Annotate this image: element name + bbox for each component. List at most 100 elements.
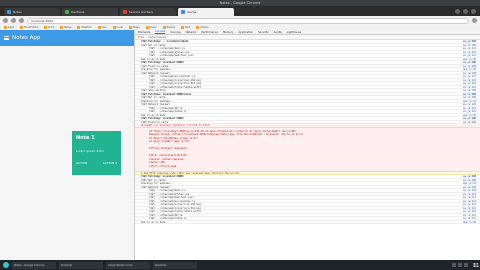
devtools-tab[interactable]: Audits [274,31,282,34]
app-title: Notes App [12,35,41,41]
devtools-tab[interactable]: Network [186,31,197,34]
minimize-icon[interactable] [455,8,460,14]
folder-icon [44,26,48,29]
bookmark-label: Docs [48,26,55,29]
folder-icon [128,26,132,29]
bookmark-label: Code [116,26,123,29]
devtools-tab[interactable]: Sources [170,31,180,34]
note-title: Note 1 [76,135,95,141]
devtools-panel: Elements Console Sources Network Performance… [134,30,480,260]
console-output[interactable]: [SW] Fetching: ...localhost/about sw.js:1… [135,40,480,260]
reload-icon[interactable] [19,18,24,23]
address-text: localhost:3000 [31,18,54,23]
bookmark-label: Maps [132,26,140,29]
bookmark-label: Bookmarks [24,26,39,29]
folder-icon [145,26,149,29]
app-header: Notes App [0,30,134,46]
tab-label: Service workers [129,10,153,14]
folder-icon [20,26,24,29]
bookmark-label: Dev [101,26,107,29]
tab-label: Notes [13,10,22,14]
bookmark-label: News [64,26,72,29]
devtools-tab[interactable]: Performance [202,31,218,34]
back-icon[interactable] [3,18,8,23]
bookmark-label: Apps [8,26,15,29]
tab-favicon-icon [65,10,69,14]
taskbar-item[interactable]: Visual Studio Code [106,261,150,269]
window-title: Notes - Google Chrome [219,1,261,5]
bookmark-item[interactable]: Photos [162,26,176,29]
taskbar-item[interactable]: Terminal [59,261,103,269]
clock: 11:22 [473,263,480,269]
bookmark-item[interactable]: Weather [77,26,92,29]
note-actions: ACTION ACTION 2 [76,161,117,165]
tab-label: DevTools [71,10,85,14]
devtools-tab[interactable]: Console [155,30,166,34]
tab-favicon-icon [181,10,185,14]
bookmark-item[interactable]: Music [145,26,157,29]
taskbar-item[interactable]: DevTools [153,261,197,269]
devtools-tab[interactable]: Elements [138,31,150,34]
note-action2-button[interactable]: ACTION 2 [103,161,117,165]
taskbar-item[interactable]: Notes - Google Chrome [12,261,56,269]
address-toolbar: localhost:3000 [0,16,480,25]
bookmark-item[interactable]: News [60,26,71,29]
error-stack: at https://localhost:3000/sw.js:141:18 a… [135,127,480,172]
bookmark-label: Photos [166,26,176,29]
browser-tab[interactable]: Cache [178,8,234,16]
network-icon[interactable] [452,263,456,267]
devtools-tab[interactable]: Security [258,31,269,34]
folder-icon [112,26,116,29]
taskbar: Notes - Google Chrome Terminal Visual Stud… [0,260,480,270]
browser-tab-strip: Notes DevTools Service workers Cache [0,6,480,16]
start-menu-icon[interactable] [3,262,9,268]
bookmark-label: Videos [200,26,209,29]
note-action-button[interactable]: ACTION [76,161,87,165]
maximize-icon[interactable] [463,8,468,14]
tab-favicon-icon [123,10,127,14]
browser-tab[interactable]: Service workers [120,8,176,16]
folder-icon [196,26,200,29]
folder-icon [4,26,7,29]
system-tray: 11:22 [452,263,480,269]
bookmark-item[interactable]: Videos [196,26,209,29]
tab-label: Cache [187,10,197,14]
close-icon[interactable] [471,8,476,14]
note-card[interactable]: Note 1 Lorem ipsum dolor ACTION ACTION 2 [72,131,121,175]
browser-tab[interactable]: DevTools [62,8,118,16]
forward-icon[interactable] [11,18,16,23]
console-message: App is up to date [141,220,166,224]
console-error: Uncaught (in promise) TypeError: Failed … [135,124,480,128]
hamburger-menu-icon[interactable] [4,36,9,40]
devtools-tab[interactable]: Memory [223,31,234,34]
note-body: Lorem ipsum dolor [76,149,105,153]
bookmark-label: Mail [185,26,191,29]
log-level-select[interactable]: Default levels [148,36,166,39]
volume-icon[interactable] [458,263,462,267]
folder-icon [77,26,81,29]
folder-icon [181,26,185,29]
bookmark-item[interactable]: Apps [4,26,14,29]
console-line: App is up to date app.js:45 [135,220,480,224]
devtools-tab[interactable]: Lighthouse [287,31,301,34]
bookmark-item[interactable]: Dev [97,26,107,29]
devtools-tab[interactable]: Application [239,31,254,34]
bookmark-item[interactable]: Bookmarks [20,26,38,29]
battery-icon[interactable] [464,263,468,267]
app-viewport: Notes App Note 1 Lorem ipsum dolor ACTIO… [0,30,134,260]
folder-icon [162,26,166,29]
folder-icon [60,26,64,29]
folder-icon [97,26,101,29]
console-filter-input[interactable]: Filter [138,36,144,39]
tab-favicon-icon [7,10,11,14]
stack-line: return offline page [149,164,177,168]
address-bar[interactable]: localhost:3000 [27,17,469,24]
window-controls [455,8,480,14]
bookmark-item[interactable]: Maps [128,26,140,29]
browser-tab[interactable]: Notes [4,8,60,16]
bookmark-item[interactable]: Mail [181,26,190,29]
bookmark-item[interactable]: Docs [44,26,54,29]
bookmark-item[interactable]: Code [112,26,123,29]
menu-icon[interactable] [472,18,477,23]
console-source-link[interactable]: app.js:45 [463,221,476,224]
